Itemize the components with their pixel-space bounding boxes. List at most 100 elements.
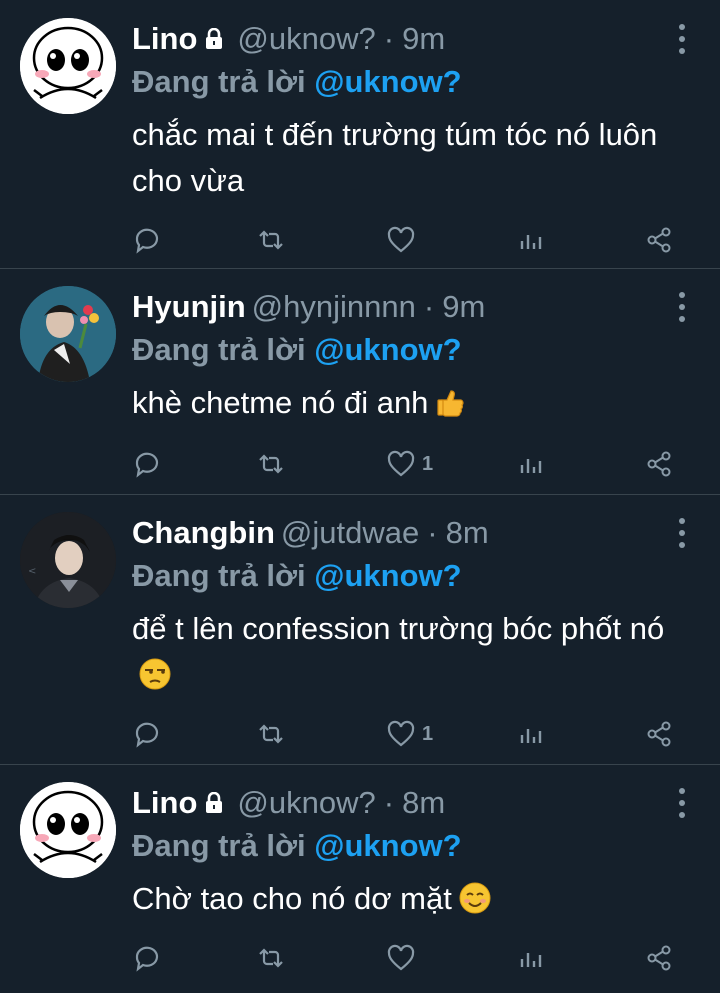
avatar[interactable]: < — [20, 512, 116, 608]
heart-icon — [387, 944, 415, 971]
heart-icon — [387, 226, 415, 253]
share-button[interactable] — [644, 444, 674, 484]
replying-to-label: Đang trả lời — [132, 332, 306, 367]
mention-link[interactable]: @uknow? — [314, 64, 461, 99]
timestamp[interactable]: 8m — [446, 515, 489, 551]
display-name[interactable]: Hyunjin — [132, 289, 246, 325]
separator-dot: · — [427, 515, 438, 550]
like-button[interactable]: 1 — [386, 714, 433, 754]
replying-to: Đang trả lời @uknow? — [132, 828, 462, 864]
retweet-icon — [259, 230, 283, 250]
cartoon-avatar-icon — [20, 782, 116, 878]
tweet-text-content: để t lên confession trường bóc phốt nó — [132, 611, 665, 646]
analytics-icon — [520, 953, 542, 967]
tweet-text-content: chắc mai t đến trường túm tóc nó luôn ch… — [132, 117, 658, 198]
tweet-text-content: Chờ tao cho nó dơ mặt — [132, 881, 452, 916]
action-bar — [132, 938, 692, 978]
more-options-icon[interactable] — [674, 292, 690, 322]
retweet-icon — [259, 948, 283, 968]
separator-dot: · — [383, 785, 395, 820]
replying-to: Đang trả lời @uknow? — [132, 64, 462, 100]
user-handle[interactable]: @jutdwae — [281, 515, 419, 551]
analytics-button[interactable] — [516, 444, 546, 484]
more-options-icon[interactable] — [674, 788, 690, 818]
analytics-icon — [520, 235, 542, 249]
reply-icon — [135, 228, 159, 254]
display-name[interactable]: Lino — [132, 785, 197, 821]
avatar[interactable] — [20, 286, 116, 382]
replying-to-label: Đang trả lời — [132, 828, 306, 863]
timestamp[interactable]: 8m — [402, 785, 445, 821]
analytics-icon — [520, 459, 542, 473]
tweet-text-content: khè chetme nó đi anh — [132, 385, 429, 420]
share-button[interactable] — [644, 938, 674, 978]
retweet-button[interactable] — [256, 714, 286, 754]
avatar[interactable] — [20, 18, 116, 114]
like-count: 1 — [422, 452, 434, 475]
reply-button[interactable] — [132, 938, 162, 978]
tweet[interactable]: Lino @uknow? · 9m Đang trả lời @uknow? c… — [0, 0, 720, 269]
mention-link[interactable]: @uknow? — [314, 828, 461, 863]
like-button[interactable]: 1 — [386, 444, 433, 484]
separator-dot: · — [423, 289, 435, 324]
analytics-button[interactable] — [516, 220, 546, 260]
analytics-button[interactable] — [516, 714, 546, 754]
share-icon — [647, 227, 671, 253]
timestamp[interactable]: 9m — [442, 289, 485, 325]
tweet-text: khè chetme nó đi anh — [132, 380, 692, 426]
reply-icon — [135, 722, 159, 748]
user-handle[interactable]: @hynjinnnn — [252, 289, 416, 325]
mention-link[interactable]: @uknow? — [314, 558, 461, 593]
display-name[interactable]: Lino — [132, 21, 197, 57]
replying-to-label: Đang trả lời — [132, 558, 306, 593]
cartoon-avatar-icon — [20, 18, 116, 114]
reply-button[interactable] — [132, 714, 162, 754]
more-options-icon[interactable] — [674, 24, 690, 54]
unamused-face-emoji-icon — [139, 658, 171, 690]
share-button[interactable] — [644, 220, 674, 260]
action-bar: 1 — [132, 714, 692, 754]
retweet-button[interactable] — [256, 938, 286, 978]
tweet[interactable]: < Changbin @jutdwae · 8m Đang trả lời @u… — [0, 494, 720, 765]
reply-icon — [135, 946, 159, 972]
tweet[interactable]: Hyunjin @hynjinnnn · 9m Đang trả lời @uk… — [0, 268, 720, 495]
like-count: 1 — [422, 722, 434, 745]
photo-avatar-icon: < — [20, 512, 116, 608]
like-button[interactable] — [386, 938, 422, 978]
share-button[interactable] — [644, 714, 674, 754]
separator-dot: · — [383, 21, 395, 56]
share-icon — [647, 945, 671, 971]
reply-button[interactable] — [132, 444, 162, 484]
mention-link[interactable]: @uknow? — [314, 332, 461, 367]
share-icon — [647, 451, 671, 477]
analytics-button[interactable] — [516, 938, 546, 978]
tweet-text: chắc mai t đến trường túm tóc nó luôn ch… — [132, 112, 692, 204]
retweet-button[interactable] — [256, 444, 286, 484]
retweet-button[interactable] — [256, 220, 286, 260]
retweet-icon — [259, 454, 283, 474]
smiling-face-emoji-icon — [459, 882, 491, 914]
more-options-icon[interactable] — [674, 518, 690, 548]
avatar[interactable] — [20, 782, 116, 878]
svg-text:<: < — [28, 566, 36, 577]
heart-icon — [387, 720, 415, 747]
tweet-text: Chờ tao cho nó dơ mặt — [132, 876, 692, 922]
thumbs-up-emoji-icon — [437, 390, 464, 417]
user-handle[interactable]: @uknow? — [237, 21, 375, 57]
timestamp[interactable]: 9m — [402, 21, 445, 57]
replying-to: Đang trả lời @uknow? — [132, 332, 462, 368]
tweet-text: để t lên confession trường bóc phốt nó — [132, 606, 692, 698]
replying-to: Đang trả lời @uknow? — [132, 558, 462, 594]
share-icon — [647, 721, 671, 747]
display-name[interactable]: Changbin — [132, 515, 275, 551]
analytics-icon — [520, 729, 542, 743]
lock-icon — [206, 28, 223, 49]
lock-icon — [206, 792, 223, 813]
like-button[interactable] — [386, 220, 422, 260]
tweet[interactable]: Lino @uknow? · 8m Đang trả lời @uknow? C… — [0, 764, 720, 993]
retweet-icon — [259, 724, 283, 744]
replying-to-label: Đang trả lời — [132, 64, 306, 99]
reply-button[interactable] — [132, 220, 162, 260]
user-handle[interactable]: @uknow? — [237, 785, 375, 821]
heart-icon — [387, 450, 415, 477]
